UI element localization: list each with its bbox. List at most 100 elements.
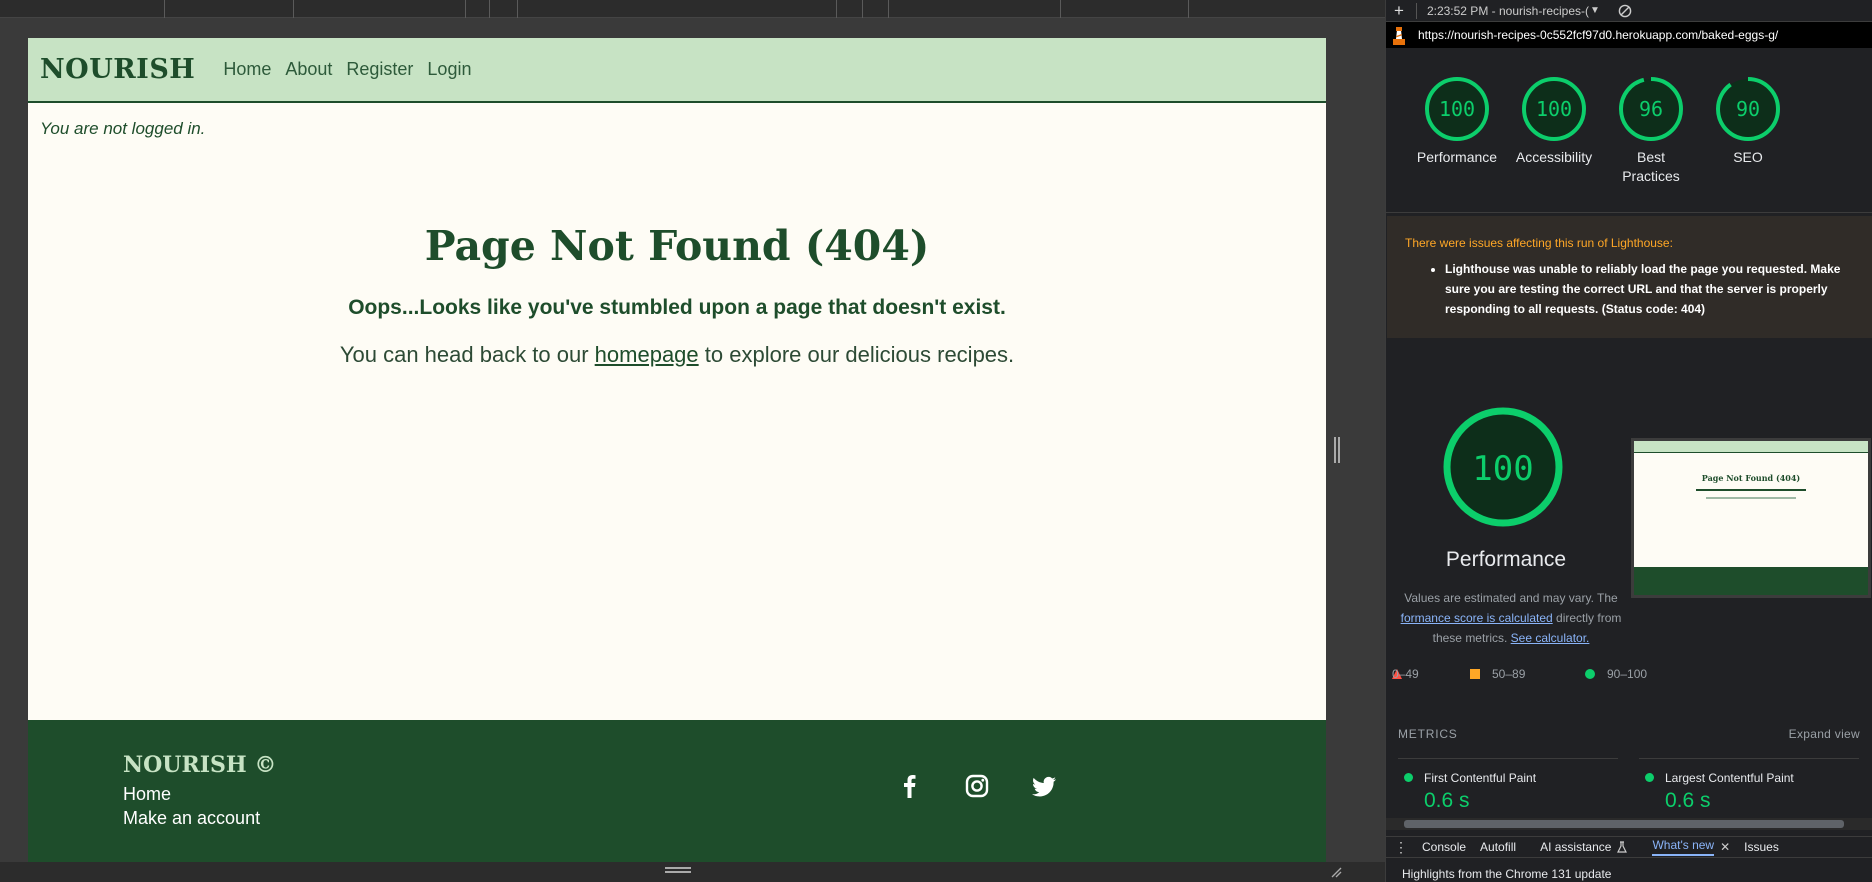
gauge-accessibility[interactable]: 100 Accessibility [1509, 76, 1599, 167]
score-legend: 0–49 50–89 90–100 [1392, 667, 1862, 683]
gauge-seo[interactable]: 90 SEO [1703, 76, 1793, 167]
login-status: You are not logged in. [40, 119, 206, 138]
emulated-page: NOURISH Home About Register Login You ar… [28, 38, 1326, 862]
clear-icon[interactable] [1618, 4, 1632, 18]
metrics-header: METRICS Expand view [1398, 727, 1860, 741]
legend-fail: 0–49 [1392, 667, 1419, 681]
page-title: Page Not Found (404) [424, 222, 930, 270]
report-selector[interactable]: 2:23:52 PM - nourish-recipes-( [1427, 4, 1589, 18]
close-icon[interactable]: ✕ [1720, 840, 1730, 854]
toolbar-divider [465, 0, 466, 18]
pass-circle-icon [1585, 669, 1595, 679]
performance-note: Values are estimated and may vary. The f… [1386, 588, 1636, 648]
score-value: 96 [1639, 97, 1663, 121]
toolbar-divider [1188, 0, 1189, 18]
gauge-best-practices[interactable]: 96 Best Practices [1606, 76, 1696, 186]
error-subtitle: Oops...Looks like you've stumbled upon a… [348, 296, 1006, 319]
footer-link-register[interactable]: Make an account [123, 808, 260, 829]
resize-corner-icon[interactable] [1330, 866, 1342, 878]
lighthouse-toolbar: + 2:23:52 PM - nourish-recipes-( ▼ [1386, 0, 1872, 22]
toolbar-divider [888, 0, 889, 18]
performance-title: Performance [1445, 548, 1567, 571]
add-icon[interactable]: + [1394, 1, 1404, 21]
warning-title: There were issues affecting this run of … [1405, 236, 1673, 250]
section-divider [1386, 212, 1872, 213]
thumb-navbar [1634, 441, 1868, 453]
gauge-label: Performance [1416, 149, 1498, 165]
expand-view-toggle[interactable]: Expand view [1789, 727, 1860, 741]
lighthouse-warning: There were issues affecting this run of … [1387, 216, 1872, 338]
metric-value: 0.6 s [1665, 789, 1711, 812]
tab-issues[interactable]: Issues [1744, 840, 1779, 854]
instagram-icon[interactable] [963, 772, 991, 800]
score-value: 100 [1439, 97, 1475, 121]
legend-pass: 90–100 [1607, 667, 1648, 681]
legend-average: 50–89 [1492, 667, 1526, 681]
chevron-down-icon[interactable]: ▼ [1590, 5, 1600, 16]
nav-link-about[interactable]: About [285, 59, 332, 80]
performance-score: 100 [1472, 449, 1533, 489]
homepage-link[interactable]: homepage [595, 342, 699, 367]
note-text: Values are estimated and may vary. The [1404, 591, 1618, 605]
metric-value: 0.6 s [1424, 789, 1470, 812]
site-footer: NOURISH © Home Make an account [28, 720, 1326, 862]
toolbar-divider [1415, 2, 1417, 19]
whats-new-heading: Highlights from the Chrome 131 update [1402, 867, 1612, 881]
score-ring: 100 [1522, 77, 1586, 141]
score-value: 90 [1736, 97, 1760, 121]
footer-link-home[interactable]: Home [123, 784, 171, 805]
score-ring: 100 [1425, 77, 1489, 141]
gauge-performance[interactable]: 100 Performance [1412, 76, 1502, 167]
nav-link-login[interactable]: Login [427, 59, 471, 80]
score-value: 100 [1536, 97, 1572, 121]
gauge-label: Best Practices [1622, 149, 1680, 184]
metric-lcp: Largest Contentful Paint 0.6 s [1639, 758, 1859, 813]
toolbar-divider [489, 0, 490, 18]
score-calculation-link[interactable]: formance score is calculated [1401, 611, 1553, 625]
thumb-subtitle [1696, 489, 1806, 491]
toolbar-divider [293, 0, 294, 18]
twitter-icon[interactable] [1030, 772, 1058, 800]
thumb-title: Page Not Found (404) [1701, 473, 1801, 483]
nav-link-home[interactable]: Home [223, 59, 271, 80]
site-navbar: NOURISH Home About Register Login [28, 38, 1326, 103]
devtools-panel: + 2:23:52 PM - nourish-recipes-( ▼ https… [1385, 0, 1872, 882]
horizontal-scrollbar[interactable] [1386, 818, 1872, 830]
tab-ai-assistance[interactable]: AI assistance [1540, 840, 1611, 854]
warning-item: Lighthouse was unable to reliably load t… [1445, 259, 1857, 319]
gauge-label: SEO [1733, 149, 1763, 165]
calculator-link[interactable]: See calculator. [1511, 631, 1590, 645]
lighthouse-icon [1393, 27, 1405, 45]
metric-fcp: First Contentful Paint 0.6 s [1398, 758, 1618, 813]
toolbar-divider [517, 0, 518, 18]
footer-brand: NOURISH © [123, 752, 277, 778]
thumb-footer [1634, 567, 1868, 595]
error-message-end: to explore our delicious recipes. [698, 342, 1015, 367]
performance-gauge: 100 [1443, 407, 1563, 527]
nav-link-register[interactable]: Register [346, 59, 413, 80]
flask-icon [1617, 841, 1628, 853]
score-ring: 96 [1619, 77, 1683, 141]
emulator-bottom-bar [0, 862, 1385, 882]
tab-autofill[interactable]: Autofill [1480, 840, 1516, 854]
resize-handle-horizontal[interactable] [665, 867, 691, 873]
metric-name: First Contentful Paint [1398, 771, 1618, 785]
resize-handle-vertical[interactable] [1334, 437, 1340, 463]
more-tools-icon[interactable]: ⋮ [1394, 839, 1408, 856]
toolbar-divider [862, 0, 863, 18]
score-ring: 90 [1716, 77, 1780, 141]
page-screenshot-thumbnail[interactable]: Page Not Found (404) [1631, 438, 1871, 598]
drawer-tabbar: ⋮ Console Autofill AI assistance What's … [1386, 836, 1872, 858]
warning-list: Lighthouse was unable to reliably load t… [1405, 259, 1857, 319]
toolbar-divider [1060, 0, 1061, 18]
toolbar-divider [164, 0, 165, 18]
gauge-label: Accessibility [1515, 149, 1593, 165]
toolbar-divider [836, 0, 837, 18]
site-logo[interactable]: NOURISH [40, 54, 195, 85]
tab-console[interactable]: Console [1422, 840, 1466, 854]
tab-whats-new[interactable]: What's new [1652, 838, 1715, 856]
average-square-icon [1470, 669, 1480, 679]
facebook-icon[interactable] [896, 772, 924, 800]
scrollbar-thumb[interactable] [1404, 820, 1844, 828]
audited-url[interactable]: https://nourish-recipes-0c552fcf97d0.her… [1418, 28, 1778, 42]
